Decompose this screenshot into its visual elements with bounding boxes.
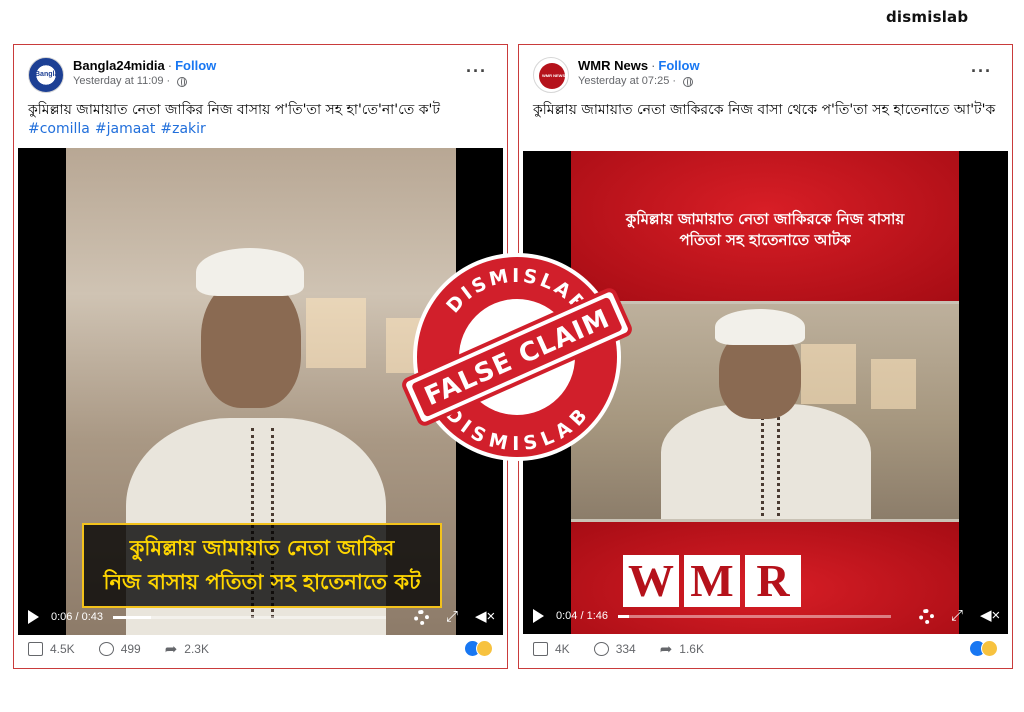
false-claim-stamp: DISMISLAB DISMISLAB FALSE CLAIM — [402, 253, 632, 461]
follow-button[interactable]: Follow — [175, 58, 216, 73]
haha-reaction-icon — [981, 640, 998, 657]
hashtag-list: #comilla #jamaat #zakir — [28, 120, 493, 139]
post-header: WMR NEWS WMR News · Follow Yesterday at 07… — [533, 57, 700, 93]
hashtag-link[interactable]: #jamaat — [95, 121, 155, 137]
comment-count: 334 — [615, 642, 636, 656]
more-options-icon[interactable]: ··· — [466, 61, 487, 82]
reactions-summary[interactable] — [464, 640, 493, 657]
post-meta: WMR News · Follow Yesterday at 07:25 · — [578, 57, 700, 89]
follow-button[interactable]: Follow — [658, 58, 699, 73]
post-caption: কুমিল্লায় জামায়াত নেতা জাকির নিজ বাসায… — [28, 101, 493, 139]
post-caption: কুমিল্লায় জামায়াত নেতা জাকিরকে নিজ বাস… — [533, 101, 998, 120]
gear-icon[interactable] — [919, 608, 934, 624]
gear-icon[interactable] — [414, 609, 429, 625]
subtitle-line: কুমিল্লায় জামায়াত নেতা জাকির — [129, 536, 395, 560]
overlay-line: কুমিল্লায় জামায়াত নেতা জাকিরকে নিজ বাস… — [625, 210, 905, 228]
comment-icon — [98, 642, 114, 656]
separator-dot: · — [651, 58, 656, 73]
avatar-label: WMR NEWS — [542, 73, 566, 78]
comment-icon — [593, 642, 609, 656]
page-name[interactable]: WMR News — [578, 58, 648, 73]
post-timestamp[interactable]: Yesterday at 07:25 — [578, 74, 669, 89]
haha-reaction-icon — [476, 640, 493, 657]
post-header: Bangla Bangla24midia · Follow Yesterday at… — [28, 57, 216, 93]
separator-dot: · — [672, 75, 677, 87]
share-action[interactable]: ➦ 1.6K — [660, 640, 704, 658]
like-action[interactable]: 4.5K — [28, 642, 75, 656]
share-count: 1.6K — [679, 642, 704, 656]
share-icon: ➦ — [164, 641, 178, 658]
comparison-graphic: dismislab Bangla Bangla24midia · Follow Ye… — [0, 0, 1024, 712]
globe-icon — [177, 76, 188, 87]
expand-icon[interactable]: ⤢ — [948, 607, 966, 625]
video-controls: 0:04 / 1:46 ⤢ ◀× — [523, 598, 1008, 634]
separator-dot: · — [166, 75, 171, 87]
mute-icon[interactable]: ◀× — [980, 607, 1000, 625]
progress-fill — [113, 615, 152, 619]
like-icon — [28, 642, 43, 656]
avatar[interactable]: Bangla — [28, 57, 64, 93]
like-icon — [533, 642, 548, 656]
video-controls: 0:06 / 0:43 ⤢ ◀× — [18, 599, 503, 635]
video-overlay-title: কুমিল্লায় জামায়াত নেতা জাকিরকে নিজ বাস… — [571, 209, 959, 251]
like-count: 4K — [555, 642, 570, 656]
expand-icon[interactable]: ⤢ — [443, 608, 461, 626]
window-light — [871, 359, 916, 409]
avatar[interactable]: WMR NEWS — [533, 57, 569, 93]
video-time: 0:06 / 0:43 — [51, 611, 103, 623]
page-name[interactable]: Bangla24midia — [73, 58, 165, 73]
like-action[interactable]: 4K — [533, 642, 570, 656]
video-subtitle: কুমিল্লায় জামায়াত নেতা জাকির নিজ বাসায… — [82, 523, 442, 608]
progress-fill — [618, 614, 629, 618]
post-footer: 4.5K 499 ➦ 2.3K — [28, 636, 493, 662]
share-count: 2.3K — [184, 642, 209, 656]
comment-action[interactable]: 334 — [593, 642, 636, 656]
avatar-label: Bangla — [35, 71, 59, 78]
share-icon: ➦ — [659, 641, 673, 658]
more-options-icon[interactable]: ··· — [971, 61, 992, 82]
play-icon[interactable] — [533, 609, 544, 623]
like-count: 4.5K — [50, 642, 75, 656]
reactions-summary[interactable] — [969, 640, 998, 657]
post-footer: 4K 334 ➦ 1.6K — [533, 636, 998, 662]
mute-icon[interactable]: ◀× — [475, 608, 495, 626]
brand-logo: dismislab — [886, 8, 969, 26]
progress-bar[interactable] — [113, 615, 386, 619]
progress-bar[interactable] — [618, 614, 891, 618]
person-figure — [661, 304, 871, 519]
post-meta: Bangla24midia · Follow Yesterday at 11:09 … — [73, 57, 216, 89]
globe-icon — [683, 76, 694, 87]
video-time: 0:04 / 1:46 — [556, 610, 608, 622]
caption-text: কুমিল্লায় জামায়াত নেতা জাকির নিজ বাসায… — [28, 102, 440, 118]
caption-text: কুমিল্লায় জামায়াত নেতা জাকিরকে নিজ বাস… — [533, 102, 996, 118]
hashtag-link[interactable]: #zakir — [160, 121, 205, 137]
comment-count: 499 — [120, 642, 141, 656]
hashtag-link[interactable]: #comilla — [28, 121, 90, 137]
play-icon[interactable] — [28, 610, 39, 624]
post-timestamp[interactable]: Yesterday at 11:09 — [73, 74, 164, 89]
share-action[interactable]: ➦ 2.3K — [165, 640, 209, 658]
subtitle-line: নিজ বাসায় পতিতা সহ হাতেনাতে কট — [103, 570, 421, 594]
separator-dot: · — [167, 58, 173, 73]
comment-action[interactable]: 499 — [98, 642, 141, 656]
